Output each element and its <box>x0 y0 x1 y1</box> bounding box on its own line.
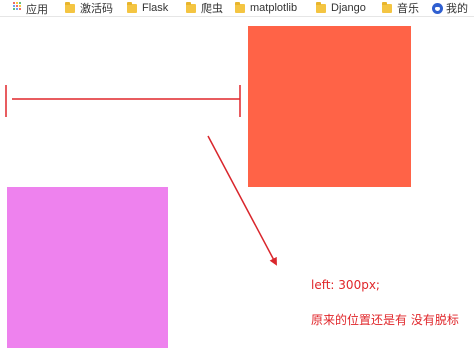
explanation-note: 原来的位置还是有 没有脱标 <box>311 313 459 327</box>
measurement-line <box>5 85 241 117</box>
annotation-drawing <box>5 85 277 266</box>
offset-note: left: 300px; <box>311 278 380 292</box>
movement-arrow <box>207 135 277 266</box>
page-canvas: 应用 激活码 Flask 爬虫 matplotlib Django 音乐 我的 … <box>0 0 474 361</box>
